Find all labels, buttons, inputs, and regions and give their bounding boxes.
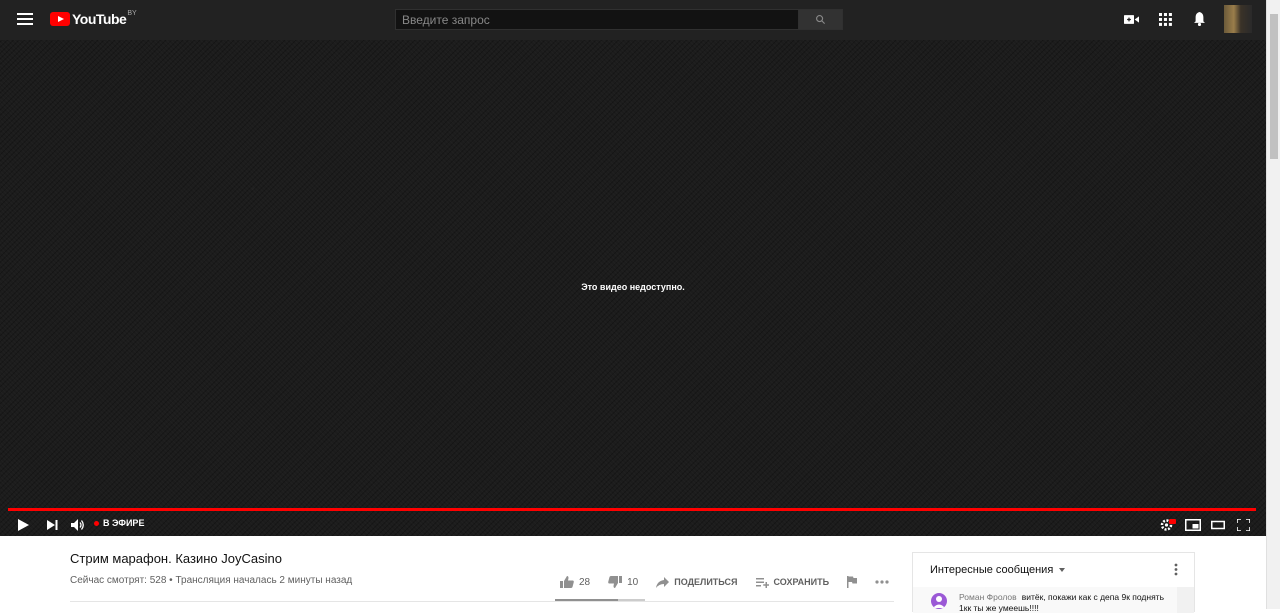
apps-button[interactable]	[1154, 8, 1176, 30]
chat-mode-dropdown[interactable]: Интересные сообщения	[930, 564, 1066, 576]
more-vertical-icon	[1174, 563, 1178, 576]
search-button[interactable]	[799, 9, 843, 30]
video-meta: Сейчас смотрят: 528 • Трансляция началас…	[70, 575, 353, 586]
create-video-button[interactable]	[1120, 8, 1142, 30]
chat-message: Роман Фролов витёк, покажи как с депа 9к …	[959, 592, 1165, 613]
play-icon	[18, 519, 29, 531]
flag-icon	[847, 576, 858, 588]
more-actions-button[interactable]	[875, 580, 889, 584]
search-input[interactable]	[395, 9, 799, 30]
volume-button[interactable]	[71, 516, 86, 534]
video-title: Стрим марафон. Казино JoyCasino	[70, 551, 282, 566]
fullscreen-button[interactable]	[1237, 516, 1250, 534]
thumbs-up-icon	[560, 576, 574, 588]
volume-icon	[71, 519, 84, 531]
live-dot	[94, 520, 99, 526]
live-indicator[interactable]: В ЭФИРЕ	[94, 518, 144, 528]
share-label: ПОДЕЛИТЬСЯ	[674, 577, 738, 587]
progress-bar[interactable]	[8, 508, 1256, 511]
page-scrollbar[interactable]	[1266, 0, 1280, 609]
apps-grid-icon	[1158, 12, 1172, 26]
player-controls: В ЭФИРЕ	[0, 514, 1266, 536]
logo-play-icon	[50, 12, 70, 26]
dislike-button[interactable]: 10	[608, 576, 638, 588]
like-button[interactable]: 28	[560, 576, 590, 588]
user-icon	[933, 596, 945, 608]
live-chat-panel: Интересные сообщения Роман Фролов витёк, …	[912, 552, 1195, 613]
video-info-section: Стрим марафон. Казино JoyCasino Сейчас с…	[0, 536, 1266, 613]
video-unavailable-message: Это видео недоступно.	[581, 282, 685, 292]
logo-text: YouTube	[72, 11, 127, 27]
dislike-count: 10	[627, 576, 639, 588]
gear-icon	[1160, 519, 1176, 531]
more-horizontal-icon	[875, 580, 889, 584]
chat-scrollbar[interactable]	[1177, 587, 1194, 613]
top-bar: YouTube BY	[0, 0, 1266, 40]
notifications-button[interactable]	[1188, 8, 1210, 30]
top-right-icons	[1108, 5, 1252, 33]
thumbs-down-icon	[608, 576, 623, 588]
share-button[interactable]: ПОДЕЛИТЬСЯ	[656, 576, 738, 588]
fullscreen-icon	[1237, 519, 1250, 531]
page-scrollbar-thumb[interactable]	[1270, 14, 1278, 159]
live-label: В ЭФИРЕ	[103, 518, 145, 528]
chat-messages[interactable]: Роман Фролов витёк, покажи как с депа 9к …	[913, 587, 1179, 613]
settings-button[interactable]	[1160, 516, 1176, 534]
search-icon	[816, 15, 826, 25]
miniplayer-icon	[1185, 519, 1201, 531]
share-arrow-icon	[656, 576, 670, 588]
next-button[interactable]	[47, 516, 58, 534]
miniplayer-button[interactable]	[1185, 516, 1201, 534]
info-divider	[70, 601, 894, 602]
report-button[interactable]	[847, 576, 858, 588]
logo-country: BY	[127, 9, 137, 17]
account-avatar[interactable]	[1224, 5, 1252, 33]
save-label: СОХРАНИТЬ	[773, 577, 830, 587]
video-camera-icon	[1123, 14, 1139, 24]
next-icon	[47, 520, 58, 530]
play-button[interactable]	[18, 516, 29, 534]
video-player[interactable]: Это видео недоступно. В ЭФИРЕ	[0, 40, 1266, 536]
chat-message-author[interactable]: Роман Фролов	[959, 592, 1017, 602]
chat-user-avatar[interactable]	[931, 593, 947, 609]
search-bar	[395, 9, 843, 30]
theater-mode-icon	[1211, 520, 1225, 530]
bell-icon	[1193, 12, 1205, 26]
save-button[interactable]: СОХРАНИТЬ	[755, 577, 830, 588]
like-count: 28	[579, 576, 591, 588]
playlist-add-icon	[755, 577, 769, 588]
chevron-down-icon	[1059, 568, 1066, 572]
chat-title: Интересные сообщения	[930, 564, 1054, 576]
chat-menu-button[interactable]	[1174, 563, 1178, 581]
theater-mode-button[interactable]	[1211, 516, 1225, 534]
video-actions: 28 10 ПОДЕЛИТЬСЯ СОХРАНИТЬ	[560, 574, 907, 590]
hamburger-menu-icon[interactable]	[17, 13, 33, 26]
youtube-logo[interactable]: YouTube BY	[50, 9, 137, 27]
